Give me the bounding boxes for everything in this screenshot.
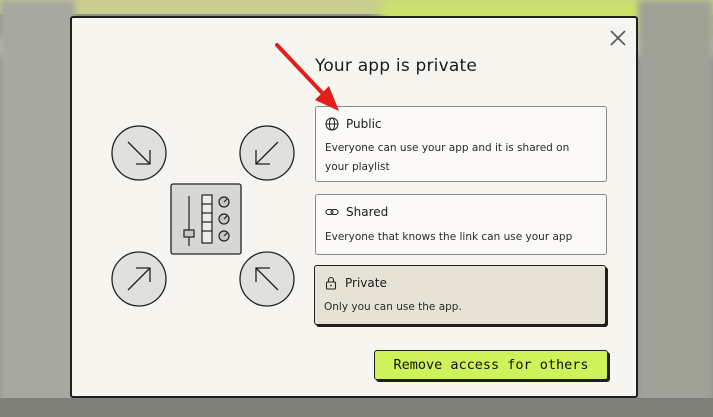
globe-icon bbox=[325, 117, 339, 131]
option-private-description: Only you can use the app. bbox=[324, 301, 462, 313]
background-right-blur bbox=[638, 0, 713, 417]
app-illustration bbox=[111, 125, 295, 307]
option-shared[interactable]: Shared Everyone that knows the link can … bbox=[315, 194, 607, 255]
link-icon bbox=[325, 208, 339, 216]
close-button[interactable] bbox=[608, 28, 628, 48]
option-private-label: Private bbox=[345, 276, 387, 290]
lock-icon bbox=[325, 276, 337, 290]
privacy-dialog: Your app is private Public Everyone can … bbox=[70, 16, 638, 398]
remove-access-button[interactable]: Remove access for others bbox=[374, 350, 608, 380]
option-shared-description: Everyone that knows the link can use you… bbox=[325, 231, 573, 243]
annotation-arrow-icon bbox=[275, 43, 339, 111]
option-shared-label: Shared bbox=[346, 205, 389, 219]
option-public-description: Everyone can use your app and it is shar… bbox=[325, 142, 570, 173]
option-public-label: Public bbox=[346, 117, 382, 131]
close-icon[interactable] bbox=[608, 28, 628, 48]
background-footer bbox=[0, 398, 713, 417]
option-private[interactable]: Private Only you can use the app. bbox=[314, 265, 606, 325]
option-public[interactable]: Public Everyone can use your app and it … bbox=[315, 106, 607, 182]
background-left-blur bbox=[0, 0, 75, 417]
